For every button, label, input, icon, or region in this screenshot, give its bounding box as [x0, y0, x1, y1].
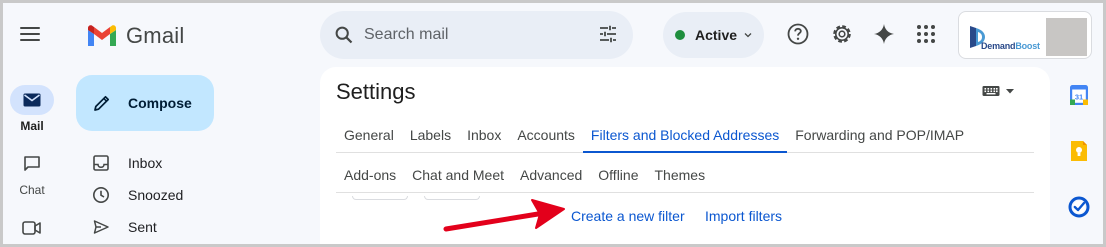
keyboard-icon [982, 86, 1000, 96]
settings-tabs-row-1: General Labels Inbox Accounts Filters an… [336, 117, 1034, 153]
status-label: Active [695, 27, 738, 43]
tab-inbox[interactable]: Inbox [459, 117, 509, 152]
search-options-icon[interactable] [597, 23, 619, 45]
tab-accounts[interactable]: Accounts [509, 117, 583, 152]
search-bar [320, 11, 633, 59]
tab-chat-and-meet[interactable]: Chat and Meet [404, 157, 512, 192]
tab-forwarding-and-pop-imap[interactable]: Forwarding and POP/IMAP [787, 117, 972, 152]
rail-label-chat: Chat [19, 183, 45, 197]
rail-item-chat[interactable]: Chat [0, 149, 64, 197]
search-icon[interactable] [332, 23, 356, 47]
mail-icon [23, 93, 41, 107]
status-dot-icon [675, 30, 685, 40]
settings-gear-icon[interactable] [829, 21, 855, 47]
send-icon [93, 220, 109, 234]
gmail-m-icon [88, 25, 116, 46]
tab-advanced[interactable]: Advanced [512, 157, 590, 192]
import-filters-link[interactable]: Import filters [705, 208, 782, 224]
account-brand-text: DemandBoost [981, 41, 1040, 51]
help-icon[interactable] [785, 21, 811, 47]
nav-item-snoozed[interactable]: Snoozed [76, 179, 296, 211]
scrolled-button[interactable] [352, 196, 408, 200]
rail-item-meet[interactable] [0, 213, 64, 243]
chevron-down-icon [1006, 89, 1014, 94]
tab-general[interactable]: General [336, 117, 402, 152]
tab-labels[interactable]: Labels [402, 117, 459, 152]
settings-panel: Settings General Labels Inbox Accounts F… [320, 67, 1050, 247]
main-menu-icon[interactable] [14, 18, 46, 50]
nav-item-sent[interactable]: Sent [76, 211, 296, 243]
clock-icon [93, 187, 109, 203]
meet-icon [22, 221, 41, 235]
calendar-day: 31 [1075, 92, 1083, 101]
search-input[interactable] [364, 26, 584, 44]
tab-offline[interactable]: Offline [590, 157, 646, 192]
create-new-filter-link[interactable]: Create a new filter [571, 208, 685, 224]
apps-grid-icon[interactable] [913, 21, 939, 47]
chevron-down-icon [744, 33, 752, 38]
account-switcher[interactable]: DemandBoost [958, 11, 1092, 59]
gmail-logo[interactable]: Gmail [86, 20, 184, 52]
chat-icon [24, 156, 40, 171]
nav-label-snoozed: Snoozed [128, 187, 184, 203]
pencil-icon [94, 95, 110, 111]
tab-filters-and-blocked-addresses[interactable]: Filters and Blocked Addresses [582, 117, 788, 153]
rail-item-mail[interactable]: Mail [0, 85, 64, 133]
compose-button[interactable]: Compose [76, 75, 214, 131]
gmail-wordmark: Gmail [126, 23, 185, 48]
calendar-icon[interactable]: 31 [1066, 82, 1092, 108]
settings-tabs-row-2: Add-ons Chat and Meet Advanced Offline T… [336, 157, 1034, 193]
status-dropdown[interactable]: Active [663, 12, 764, 58]
gemini-sparkle-icon[interactable] [871, 21, 897, 47]
tab-add-ons[interactable]: Add-ons [336, 157, 404, 192]
annotation-arrow [443, 199, 565, 232]
input-tools-button[interactable] [982, 85, 1016, 97]
compose-label: Compose [128, 95, 192, 111]
keep-icon[interactable] [1066, 138, 1092, 164]
nav-item-inbox[interactable]: Inbox [76, 147, 296, 179]
page-title: Settings [336, 79, 416, 104]
inbox-icon [93, 155, 109, 171]
tasks-icon[interactable] [1066, 194, 1092, 220]
avatar [1046, 18, 1087, 56]
nav-label-inbox: Inbox [128, 155, 163, 171]
tab-themes[interactable]: Themes [647, 157, 714, 192]
rail-label-mail: Mail [20, 119, 44, 133]
app-rail: Mail Chat [0, 0, 64, 247]
nav-label-sent: Sent [128, 219, 157, 235]
